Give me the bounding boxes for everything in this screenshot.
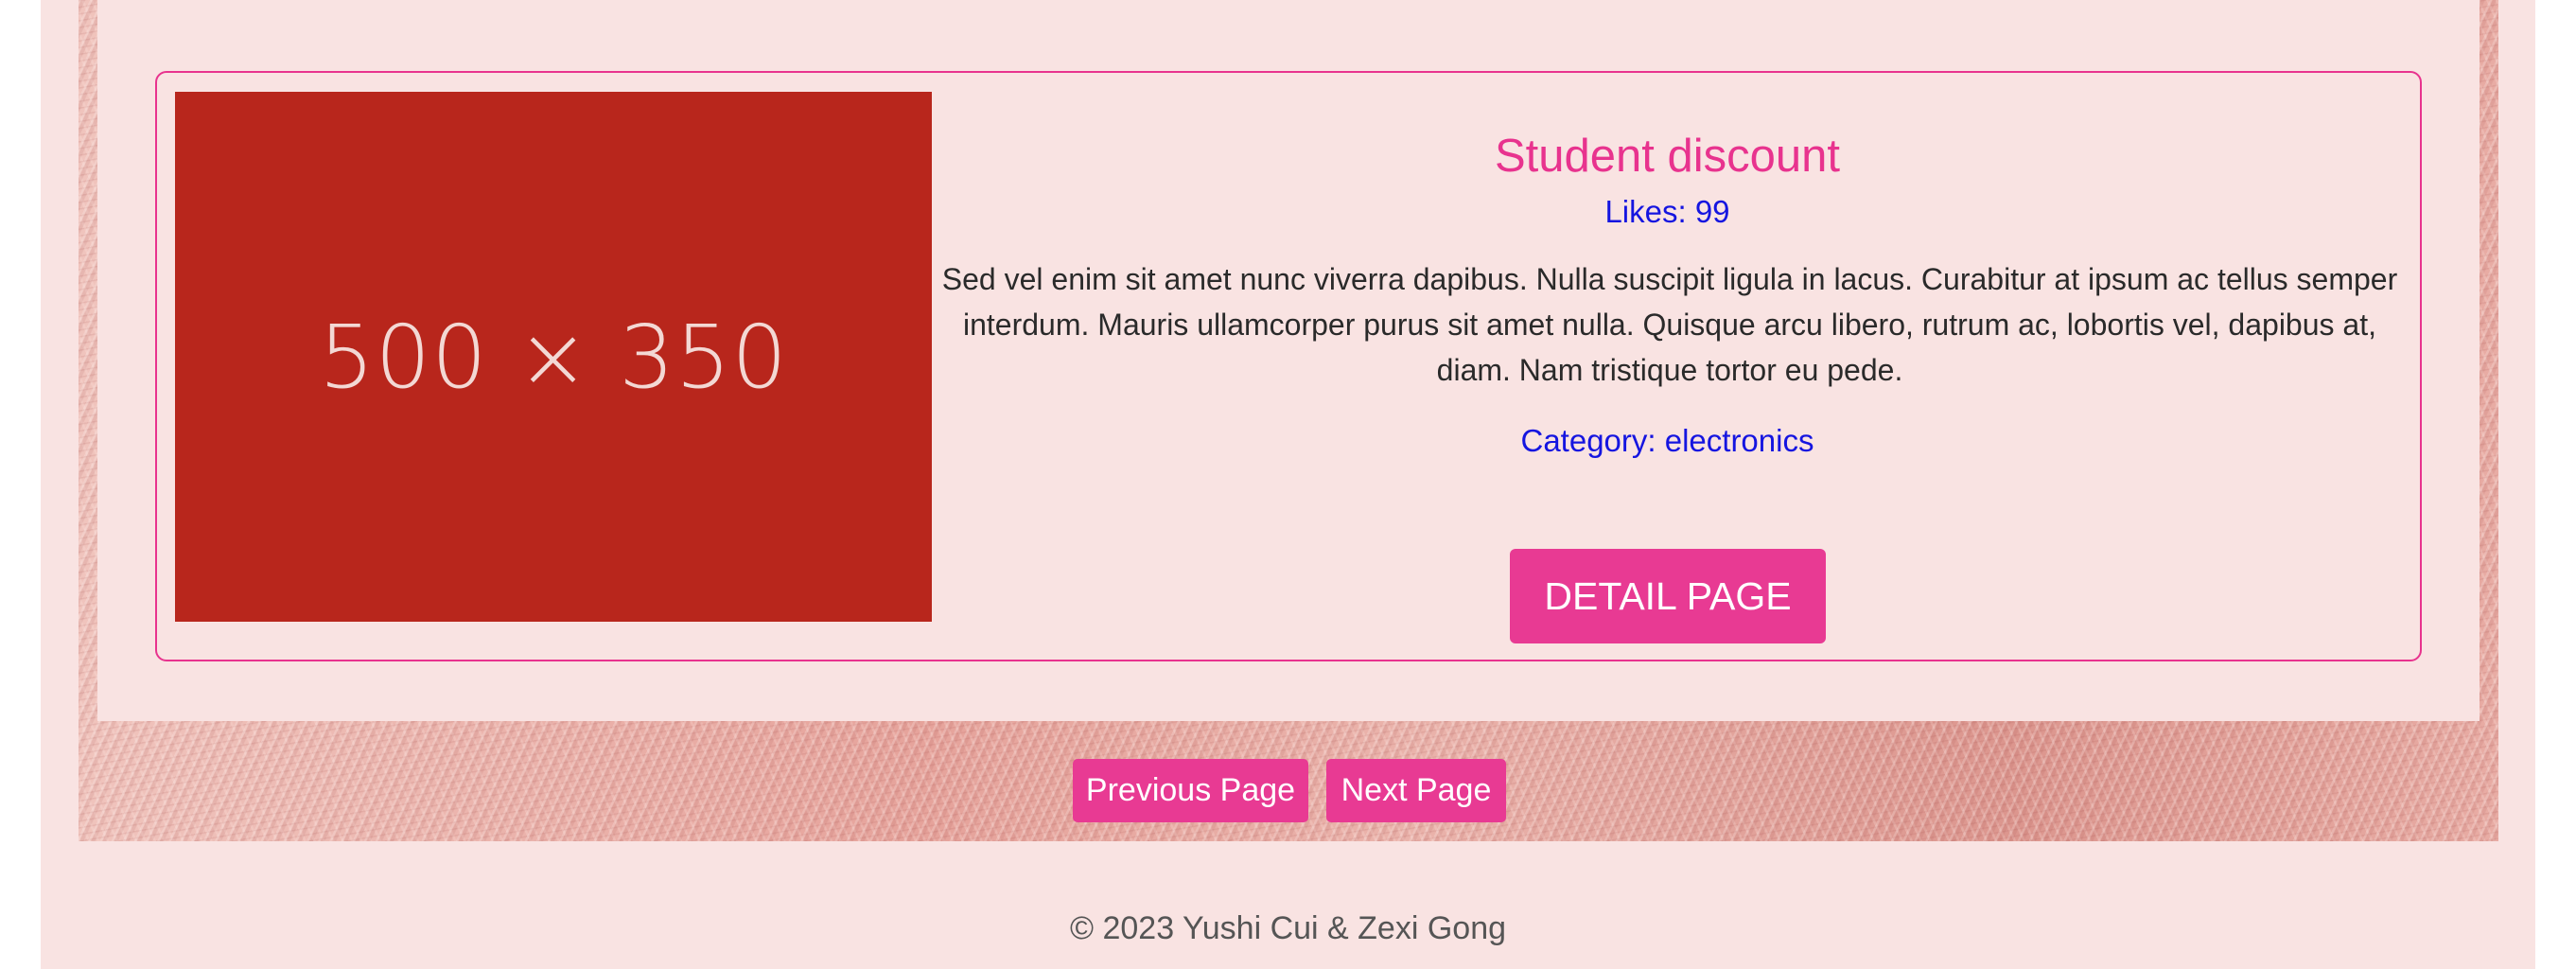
detail-page-button[interactable]: DETAIL PAGE <box>1510 549 1826 643</box>
image-placeholder-label: 500 × 350 <box>319 306 788 408</box>
product-description: Sed vel enim sit amet nunc viverra dapib… <box>941 262 2398 388</box>
footer-copyright: © 2023 Yushi Cui & Zexi Gong <box>1069 910 1507 946</box>
product-likes: Likes: 99 <box>1604 194 1730 230</box>
product-category: Category: electronics <box>1520 423 1814 459</box>
product-title: Student discount <box>1494 131 1841 182</box>
product-image: 500 × 350 <box>175 92 932 622</box>
previous-page-button[interactable]: Previous Page <box>1073 759 1308 822</box>
next-page-button[interactable]: Next Page <box>1326 759 1506 822</box>
product-info: Student discount Likes: 99 Sed vel enim … <box>932 92 2403 459</box>
